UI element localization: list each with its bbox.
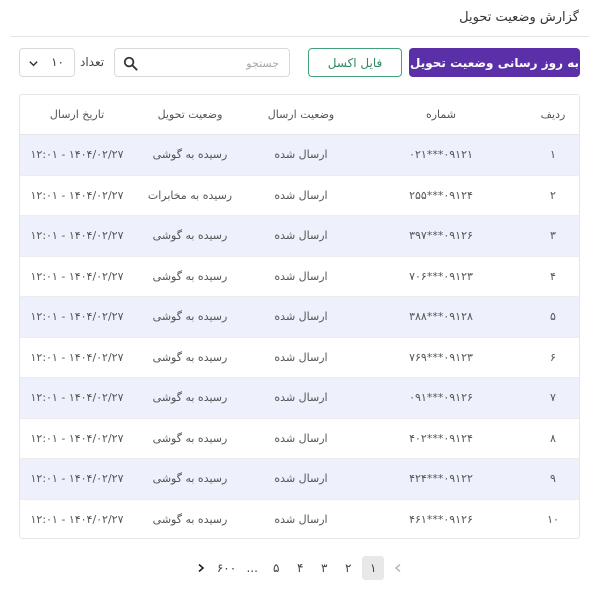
page-2[interactable]: ۲ [338, 556, 358, 580]
table-row: ۵ ۰۹۱۲۸***۳۸۸ ارسال شده رسیده به گوشی ۱۴… [20, 297, 579, 338]
page-4[interactable]: ۴ [290, 556, 310, 580]
send-date: ۱۴۰۴/۰۲/۲۷ - ۱۲:۰۱ [30, 391, 124, 405]
table-row: ۲ ۰۹۱۲۴***۲۵۵ ارسال شده رسیده به مخابرات… [20, 176, 579, 216]
pagination: ۶۰۰ ... ۵ ۴ ۳ ۲ ۱ [0, 556, 599, 580]
phone-number: ۰۹۱۲۶***۳۹۷ [409, 229, 473, 243]
page-title: گزارش وضعیت تحویل [459, 10, 579, 25]
send-date: ۱۴۰۴/۰۲/۲۷ - ۱۲:۰۱ [30, 148, 124, 162]
send-status: ارسال شده [274, 229, 328, 243]
phone-number: ۰۹۱۲۲***۴۲۴ [409, 472, 473, 486]
search-icon[interactable] [123, 56, 138, 71]
send-status: ارسال شده [274, 269, 328, 283]
delivery-status: رسیده به گوشی [152, 391, 228, 405]
table-row: ۷ ۰۹۱۲۶***۰۹۱ ارسال شده رسیده به گوشی ۱۴… [20, 378, 579, 419]
delivery-status: رسیده به مخابرات [147, 188, 233, 202]
send-status: ارسال شده [274, 513, 328, 527]
delivery-status: رسیده به گوشی [152, 350, 228, 364]
header-row-number: ردیف [540, 108, 566, 121]
chevron-right-icon [198, 563, 205, 573]
row-number: ۷ [550, 391, 556, 405]
search-box [114, 48, 290, 77]
chevron-left-icon [394, 563, 401, 573]
page-size-value: ۱۰ [51, 55, 64, 69]
send-status: ارسال شده [274, 391, 328, 405]
table-row: ۹ ۰۹۱۲۲***۴۲۴ ارسال شده رسیده به گوشی ۱۴… [20, 459, 579, 500]
table-row: ۶ ۰۹۱۲۳***۷۶۹ ارسال شده رسیده به گوشی ۱۴… [20, 338, 579, 378]
send-status: ارسال شده [274, 472, 328, 486]
next-page-button[interactable] [191, 556, 211, 580]
header-delivery-status: وضعیت تحویل [157, 108, 223, 121]
count-label: تعداد [80, 55, 105, 69]
page-size-select[interactable]: ۱۰ [19, 48, 75, 77]
delivery-status: رسیده به گوشی [152, 229, 228, 243]
delivery-status: رسیده به گوشی [152, 269, 228, 283]
title-divider [10, 36, 589, 37]
send-date: ۱۴۰۴/۰۲/۲۷ - ۱۲:۰۱ [30, 431, 124, 445]
phone-number: ۰۹۱۲۱***۰۲۱ [409, 148, 473, 162]
phone-number: ۰۹۱۲۳***۷۰۶ [409, 269, 473, 283]
delivery-status: رسیده به گوشی [152, 148, 228, 162]
page-3[interactable]: ۳ [314, 556, 334, 580]
send-date: ۱۴۰۴/۰۲/۲۷ - ۱۲:۰۱ [30, 188, 124, 202]
table-row: ۱ ۰۹۱۲۱***۰۲۱ ارسال شده رسیده به گوشی ۱۴… [20, 135, 579, 176]
row-number: ۱ [550, 148, 556, 162]
row-number: ۳ [550, 229, 556, 243]
excel-export-button[interactable]: فایل اکسل [308, 48, 402, 77]
send-status: ارسال شده [274, 350, 328, 364]
send-status: ارسال شده [274, 431, 328, 445]
phone-number: ۰۹۱۲۶***۴۶۱ [409, 513, 473, 527]
row-number: ۱۰ [547, 513, 559, 527]
prev-page-button[interactable] [388, 556, 408, 580]
row-number: ۹ [550, 472, 556, 486]
send-date: ۱۴۰۴/۰۲/۲۷ - ۱۲:۰۱ [30, 229, 124, 243]
page-1[interactable]: ۱ [362, 556, 385, 580]
send-date: ۱۴۰۴/۰۲/۲۷ - ۱۲:۰۱ [30, 269, 124, 283]
phone-number: ۰۹۱۲۴***۴۰۲ [409, 431, 473, 445]
table-row: ۳ ۰۹۱۲۶***۳۹۷ ارسال شده رسیده به گوشی ۱۴… [20, 216, 579, 257]
phone-number: ۰۹۱۲۴***۲۵۵ [409, 188, 473, 202]
send-date: ۱۴۰۴/۰۲/۲۷ - ۱۲:۰۱ [30, 472, 124, 486]
send-date: ۱۴۰۴/۰۲/۲۷ - ۱۲:۰۱ [30, 513, 124, 527]
delivery-status: رسیده به گوشی [152, 310, 228, 324]
table-row: ۴ ۰۹۱۲۳***۷۰۶ ارسال شده رسیده به گوشی ۱۴… [20, 257, 579, 297]
search-input[interactable] [149, 54, 279, 72]
delivery-status: رسیده به گوشی [152, 472, 228, 486]
toolbar: به روز رسانی وضعیت تحویل فایل اکسل تعداد… [19, 48, 580, 78]
table-row: ۸ ۰۹۱۲۴***۴۰۲ ارسال شده رسیده به گوشی ۱۴… [20, 419, 579, 459]
table-row: ۱۰ ۰۹۱۲۶***۴۶۱ ارسال شده رسیده به گوشی ۱… [20, 500, 579, 541]
row-number: ۴ [550, 269, 556, 283]
send-date: ۱۴۰۴/۰۲/۲۷ - ۱۲:۰۱ [30, 350, 124, 364]
row-number: ۸ [550, 431, 556, 445]
update-delivery-status-button[interactable]: به روز رسانی وضعیت تحویل [409, 48, 580, 77]
delivery-status: رسیده به گوشی [152, 431, 228, 445]
phone-number: ۰۹۱۲۳***۷۶۹ [409, 350, 473, 364]
row-number: ۶ [550, 350, 556, 364]
row-number: ۲ [550, 188, 556, 202]
delivery-report-table: ردیف شماره وضعیت ارسال وضعیت تحویل تاریخ… [19, 94, 580, 539]
page-5[interactable]: ۵ [266, 556, 286, 580]
header-send-status: وضعیت ارسال [267, 108, 335, 121]
send-date: ۱۴۰۴/۰۲/۲۷ - ۱۲:۰۱ [30, 310, 124, 324]
chevron-down-icon [29, 61, 38, 67]
delivery-status: رسیده به گوشی [152, 513, 228, 527]
header-send-date: تاریخ ارسال [49, 108, 105, 121]
phone-number: ۰۹۱۲۶***۰۹۱ [409, 391, 473, 405]
header-phone-number: شماره [425, 108, 456, 121]
phone-number: ۰۹۱۲۸***۳۸۸ [409, 310, 473, 324]
pagination-ellipsis: ... [246, 561, 258, 575]
send-status: ارسال شده [274, 310, 328, 324]
page-last[interactable]: ۶۰۰ [215, 556, 238, 580]
row-number: ۵ [550, 310, 556, 324]
send-status: ارسال شده [274, 148, 328, 162]
table-header: ردیف شماره وضعیت ارسال وضعیت تحویل تاریخ… [20, 95, 579, 135]
send-status: ارسال شده [274, 188, 328, 202]
